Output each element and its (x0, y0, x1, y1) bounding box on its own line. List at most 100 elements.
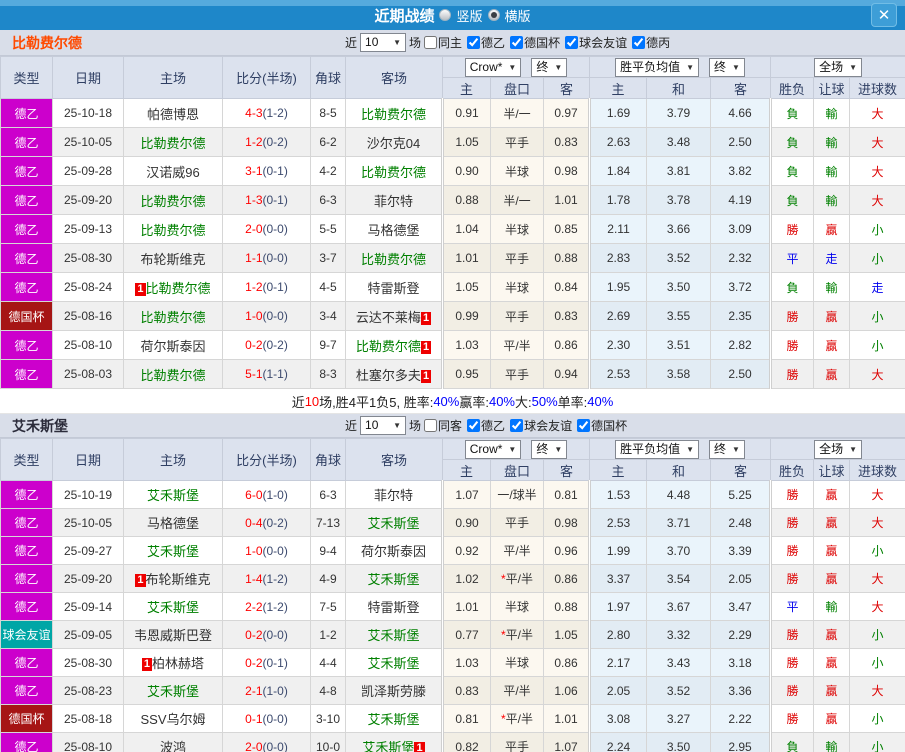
result-outcome-cell: 負 (771, 128, 814, 157)
result-handicap-cell: 走 (814, 244, 850, 273)
away-team-cell: 特雷斯登 (346, 273, 443, 302)
avg-away-cell: 3.39 (711, 537, 771, 565)
away-team-cell: 凯泽斯劳滕 (346, 677, 443, 705)
sub-column-header: 胜负 (771, 78, 814, 99)
odds-home-cell: 1.03 (443, 331, 491, 360)
odds-source-select[interactable]: Crow*▼ (465, 440, 522, 459)
avg-home-cell: 2.53 (590, 360, 647, 389)
avg-draw-cell: 3.27 (647, 705, 711, 733)
home-team-cell: 比勒费尔德 (124, 128, 223, 157)
result-outcome-cell: 負 (771, 733, 814, 752)
league-type-cell: 德乙 (1, 537, 53, 565)
odds-source-select[interactable]: Crow*▼ (465, 58, 522, 77)
checkbox-input[interactable] (467, 419, 480, 432)
column-header: 比分(半场) (223, 57, 311, 99)
radio-horizontal-label[interactable]: 横版 (505, 6, 531, 25)
sub-column-header: 盘口 (491, 460, 544, 481)
chevron-down-icon: ▼ (393, 418, 401, 433)
odds-away-cell: 0.88 (544, 593, 590, 621)
odds-home-cell: 0.99 (443, 302, 491, 331)
radio-horizontal-layout[interactable] (488, 9, 500, 21)
away-team-cell: 艾禾斯堡 (346, 649, 443, 677)
filter-checkbox-3[interactable]: 球会友谊 (565, 34, 627, 51)
odds-away-cell: 0.94 (544, 360, 590, 389)
column-header: 类型 (1, 57, 53, 99)
match-row: 德乙25-08-30布轮斯维克1-1(0-0)3-7比勒费尔德1.01平手0.8… (1, 244, 905, 273)
sub-column-header: 主 (443, 78, 491, 99)
checkbox-input[interactable] (632, 36, 645, 49)
avg-away-cell: 2.05 (711, 565, 771, 593)
home-team-cell: 1比勒费尔德 (124, 273, 223, 302)
odds-handicap-cell: 平手 (491, 509, 544, 537)
filter-checkbox-0[interactable]: 同主 (424, 34, 462, 51)
score-cell: 0-1(0-0) (223, 705, 311, 733)
checkbox-input[interactable] (577, 419, 590, 432)
odds-home-cell: 0.83 (443, 677, 491, 705)
filter-checkbox-0[interactable]: 同客 (424, 417, 462, 434)
close-icon[interactable]: ✕ (871, 3, 897, 27)
result-goals-cell: 小 (850, 244, 905, 273)
avg-final-select[interactable]: 终▼ (709, 58, 745, 77)
checkbox-input[interactable] (424, 36, 437, 49)
score-cell: 1-2(0-1) (223, 273, 311, 302)
sub-column-header: 主 (590, 78, 647, 99)
rank-badge: 1 (421, 370, 431, 383)
checkbox-input[interactable] (467, 36, 480, 49)
match-row: 德乙25-10-05马格德堡0-4(0-2)7-13艾禾斯堡0.90平手0.98… (1, 509, 905, 537)
avg-final-select[interactable]: 终▼ (709, 440, 745, 459)
sub-column-header: 主 (590, 460, 647, 481)
result-goals-cell: 小 (850, 302, 905, 331)
sub-column-header: 盘口 (491, 78, 544, 99)
checkbox-input[interactable] (565, 36, 578, 49)
avg-draw-cell: 3.43 (647, 649, 711, 677)
avg-draw-cell: 3.78 (647, 186, 711, 215)
scope-select[interactable]: 全场▼ (814, 58, 862, 77)
scope-select[interactable]: 全场▼ (814, 440, 862, 459)
avg-draw-cell: 3.71 (647, 509, 711, 537)
avg-odds-select[interactable]: 胜平负均值▼ (615, 440, 699, 459)
filter-checkbox-1[interactable]: 德乙 (467, 417, 505, 434)
avg-away-cell: 2.35 (711, 302, 771, 331)
match-count-select[interactable]: 10▼ (360, 33, 406, 52)
odds-away-cell: 0.81 (544, 481, 590, 509)
filter-checkbox-2[interactable]: 德国杯 (510, 34, 560, 51)
odds-final-select[interactable]: 终▼ (531, 440, 567, 459)
radio-vertical-label[interactable]: 竖版 (456, 6, 482, 25)
checkbox-input[interactable] (424, 419, 437, 432)
odds-away-cell: 0.98 (544, 157, 590, 186)
team-filter-row: 艾禾斯堡近10▼场同客德乙球会友谊德国杯 (0, 414, 905, 438)
home-team-cell: 比勒费尔德 (124, 360, 223, 389)
match-row: 德乙25-09-28汉诺威963-1(0-1)4-2比勒费尔德0.90半球0.9… (1, 157, 905, 186)
result-handicap-cell: 輸 (814, 99, 850, 128)
away-team-cell: 艾禾斯堡1 (346, 733, 443, 752)
odds-handicap-cell: 半球 (491, 273, 544, 302)
match-count-select[interactable]: 10▼ (360, 416, 406, 435)
filter-checkbox-4[interactable]: 德丙 (632, 34, 670, 51)
score-cell: 1-2(0-2) (223, 128, 311, 157)
avg-home-cell: 1.99 (590, 537, 647, 565)
avg-odds-select[interactable]: 胜平负均值▼ (615, 58, 699, 77)
odds-away-cell: 0.83 (544, 128, 590, 157)
filter-checkbox-1[interactable]: 德乙 (467, 34, 505, 51)
odds-final-select[interactable]: 终▼ (531, 58, 567, 77)
odds-home-cell: 1.01 (443, 593, 491, 621)
result-outcome-cell: 勝 (771, 481, 814, 509)
corners-cell: 4-9 (311, 565, 346, 593)
checkbox-input[interactable] (510, 419, 523, 432)
odds-home-cell: 0.77 (443, 621, 491, 649)
away-team-cell: 艾禾斯堡 (346, 621, 443, 649)
avg-away-cell: 2.82 (711, 331, 771, 360)
odds-handicap-cell: 半/一 (491, 99, 544, 128)
date-cell: 25-09-14 (53, 593, 124, 621)
score-cell: 3-1(0-1) (223, 157, 311, 186)
odds-home-cell: 1.02 (443, 565, 491, 593)
away-team-cell: 沙尔克04 (346, 128, 443, 157)
checkbox-input[interactable] (510, 36, 523, 49)
radio-vertical-layout[interactable] (439, 9, 451, 21)
odds-home-cell: 0.90 (443, 509, 491, 537)
filter-checkbox-2[interactable]: 球会友谊 (510, 417, 572, 434)
rank-badge: 1 (135, 574, 145, 587)
chevron-down-icon: ▼ (393, 35, 401, 50)
column-header: 客场 (346, 439, 443, 481)
filter-checkbox-3[interactable]: 德国杯 (577, 417, 627, 434)
